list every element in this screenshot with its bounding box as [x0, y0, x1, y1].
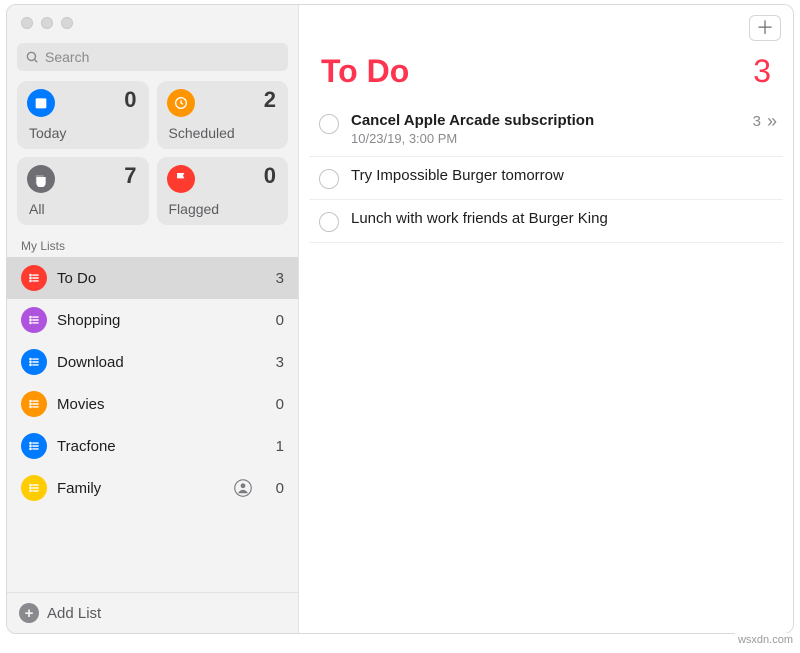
smart-list-count: 7 [124, 163, 136, 189]
sidebar: 0 Today 2 Scheduled 7 All 0 Flagged My Lists To… [7, 5, 299, 633]
list-count: 0 [264, 396, 284, 413]
smart-list-label: Flagged [169, 201, 220, 217]
today-icon [27, 89, 55, 117]
smart-list-label: Scheduled [169, 125, 235, 141]
list-icon [21, 433, 47, 459]
search-icon [25, 50, 39, 64]
complete-checkbox[interactable] [319, 114, 339, 134]
list-name: To Do [57, 270, 254, 287]
list-count: 3 [264, 270, 284, 287]
reminder-item[interactable]: Lunch with work friends at Burger King [309, 200, 783, 243]
list-name: Movies [57, 396, 254, 413]
search-field[interactable] [17, 43, 288, 71]
plus-icon: + [19, 603, 39, 623]
reminder-subtitle: 10/23/19, 3:00 PM [351, 131, 741, 146]
list-count: 3 [753, 53, 771, 90]
subtask-count: 3 [753, 113, 761, 130]
add-list-button[interactable]: + Add List [7, 592, 298, 633]
all-icon [27, 165, 55, 193]
app-window: 0 Today 2 Scheduled 7 All 0 Flagged My Lists To… [6, 4, 794, 634]
list-count: 3 [264, 354, 284, 371]
smart-list-label: Today [29, 125, 66, 141]
search-input[interactable] [45, 49, 280, 65]
smart-list-all[interactable]: 7 All [17, 157, 149, 225]
smart-lists-grid: 0 Today 2 Scheduled 7 All 0 Flagged [7, 81, 298, 233]
list-row-download[interactable]: Download 3 [7, 341, 298, 383]
close-window-button[interactable] [21, 17, 33, 29]
reminder-title: Lunch with work friends at Burger King [351, 210, 777, 227]
list-icon [21, 475, 47, 501]
reminder-items: Cancel Apple Arcade subscription 10/23/19… [299, 102, 793, 243]
complete-checkbox[interactable] [319, 212, 339, 232]
smart-list-count: 0 [124, 87, 136, 113]
window-controls [7, 5, 298, 37]
chevron-right-icon: » [767, 112, 777, 130]
list-icon [21, 349, 47, 375]
attribution-text: wsxdn.com [735, 633, 796, 647]
smart-list-scheduled[interactable]: 2 Scheduled [157, 81, 289, 149]
minimize-window-button[interactable] [41, 17, 53, 29]
smart-list-count: 2 [264, 87, 276, 113]
list-count: 0 [264, 312, 284, 329]
reminder-title: Cancel Apple Arcade subscription [351, 112, 741, 129]
list-name: Family [57, 480, 224, 497]
reminder-item[interactable]: Cancel Apple Arcade subscription 10/23/19… [309, 102, 783, 157]
smart-list-flagged[interactable]: 0 Flagged [157, 157, 289, 225]
zoom-window-button[interactable] [61, 17, 73, 29]
add-reminder-button[interactable]: ＋ [749, 15, 781, 41]
plus-icon: ＋ [756, 19, 774, 37]
list-row-tracfone[interactable]: Tracfone 1 [7, 425, 298, 467]
complete-checkbox[interactable] [319, 169, 339, 189]
list-count: 1 [264, 438, 284, 455]
smart-list-label: All [29, 201, 45, 217]
flagged-icon [167, 165, 195, 193]
list-name: Shopping [57, 312, 254, 329]
list-icon [21, 265, 47, 291]
reminder-meta: 3» [753, 112, 777, 130]
list-icon [21, 391, 47, 417]
my-lists-header: My Lists [7, 233, 298, 257]
list-name: Tracfone [57, 438, 254, 455]
list-row-family[interactable]: Family 0 [7, 467, 298, 509]
list-icon [21, 307, 47, 333]
list-name: Download [57, 354, 254, 371]
smart-list-today[interactable]: 0 Today [17, 81, 149, 149]
main-panel: ＋ To Do 3 Cancel Apple Arcade subscripti… [299, 5, 793, 633]
list-row-shopping[interactable]: Shopping 0 [7, 299, 298, 341]
lists-container: To Do 3 Shopping 0 Download 3 Movies 0 Tracfone 1… [7, 257, 298, 592]
reminder-title: Try Impossible Burger tomorrow [351, 167, 777, 184]
list-count: 0 [264, 480, 284, 497]
list-row-movies[interactable]: Movies 0 [7, 383, 298, 425]
list-row-todo[interactable]: To Do 3 [7, 257, 298, 299]
add-list-label: Add List [47, 605, 101, 622]
reminder-item[interactable]: Try Impossible Burger tomorrow [309, 157, 783, 200]
list-title: To Do [321, 53, 753, 90]
shared-icon [234, 479, 252, 497]
smart-list-count: 0 [264, 163, 276, 189]
scheduled-icon [167, 89, 195, 117]
